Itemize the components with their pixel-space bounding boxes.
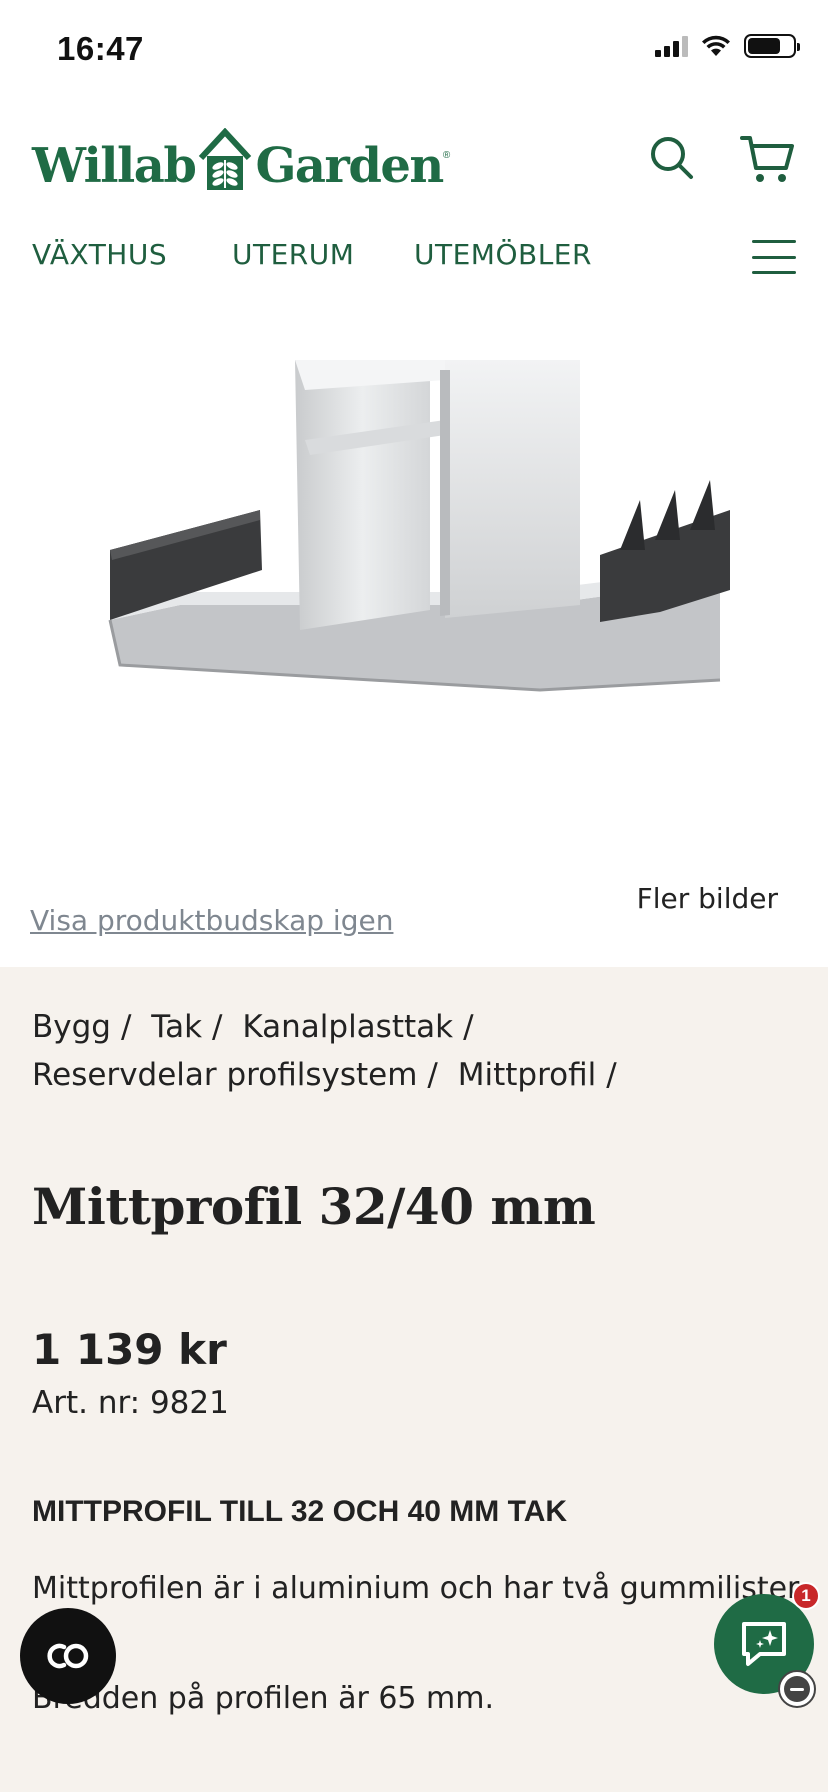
nav-item-vaxthus[interactable]: VÄXTHUS: [32, 238, 167, 271]
nav-item-uterum[interactable]: UTERUM: [232, 238, 354, 271]
co-logo-icon: [47, 1643, 89, 1669]
breadcrumb-item-mittprofil[interactable]: Mittprofil /: [458, 1057, 627, 1093]
minus-circle-icon: [784, 1676, 810, 1702]
cellular-signal-icon: [655, 35, 688, 57]
logo-registered-mark: ®: [442, 150, 451, 161]
product-title: Mittprofil 32/40 mm: [32, 1177, 596, 1236]
cart-button[interactable]: [740, 130, 796, 186]
breadcrumb-separator: /: [463, 1009, 474, 1045]
battery-icon: [744, 34, 800, 58]
breadcrumb-separator: /: [120, 1009, 132, 1045]
wifi-icon: [702, 35, 730, 56]
hamburger-menu-icon[interactable]: [752, 240, 796, 274]
breadcrumb-separator: /: [212, 1009, 223, 1045]
status-icons: [655, 34, 800, 58]
status-time: 16:47: [57, 30, 144, 67]
chat-assistant-icon: [742, 1622, 786, 1666]
breadcrumb-item-bygg[interactable]: Bygg /: [32, 1009, 141, 1045]
willab-garden-logo[interactable]: Willab Garden ®: [32, 120, 450, 190]
product-info-section: Bygg / Tak / Kanalplasttak / Reservdelar pr…: [0, 967, 828, 1792]
more-images-link[interactable]: Fler bilder: [637, 882, 778, 915]
logo-text-willab: Willab: [32, 138, 197, 194]
co-floating-button[interactable]: [20, 1608, 116, 1704]
search-icon: [651, 137, 693, 179]
logo-text-garden: Garden: [255, 138, 444, 194]
show-product-message-link[interactable]: Visa produktbudskap igen: [30, 904, 393, 937]
product-image[interactable]: [100, 360, 740, 700]
main-nav: VÄXTHUS UTERUM UTEMÖBLER: [0, 230, 828, 282]
logo-house-icon: [199, 128, 252, 190]
breadcrumb-item-reservdelar[interactable]: Reservdelar profilsystem /: [32, 1057, 448, 1093]
site-header: Willab Garden ®: [0, 100, 828, 220]
description-heading: MITTPROFIL TILL 32 OCH 40 MM TAK: [32, 1495, 568, 1528]
breadcrumb-item-tak[interactable]: Tak /: [151, 1009, 232, 1045]
article-number: Art. nr: 9821: [32, 1385, 229, 1421]
chat-notification-badge: 1: [792, 1582, 820, 1610]
search-button[interactable]: [644, 130, 700, 186]
chat-minimize-button[interactable]: [778, 1670, 816, 1708]
product-price: 1 139 kr: [32, 1325, 227, 1374]
breadcrumb-separator: /: [606, 1057, 617, 1093]
status-bar: 16:47: [0, 0, 828, 100]
description-paragraph: Mittprofilen är i aluminium och har två …: [32, 1571, 807, 1606]
breadcrumb-separator: /: [427, 1057, 438, 1093]
cart-icon: [740, 136, 794, 182]
nav-item-utemobler[interactable]: UTEMÖBLER: [414, 238, 592, 271]
breadcrumb: Bygg / Tak / Kanalplasttak / Reservdelar pr…: [32, 1003, 772, 1099]
breadcrumb-item-kanalplasttak[interactable]: Kanalplasttak /: [242, 1009, 483, 1045]
